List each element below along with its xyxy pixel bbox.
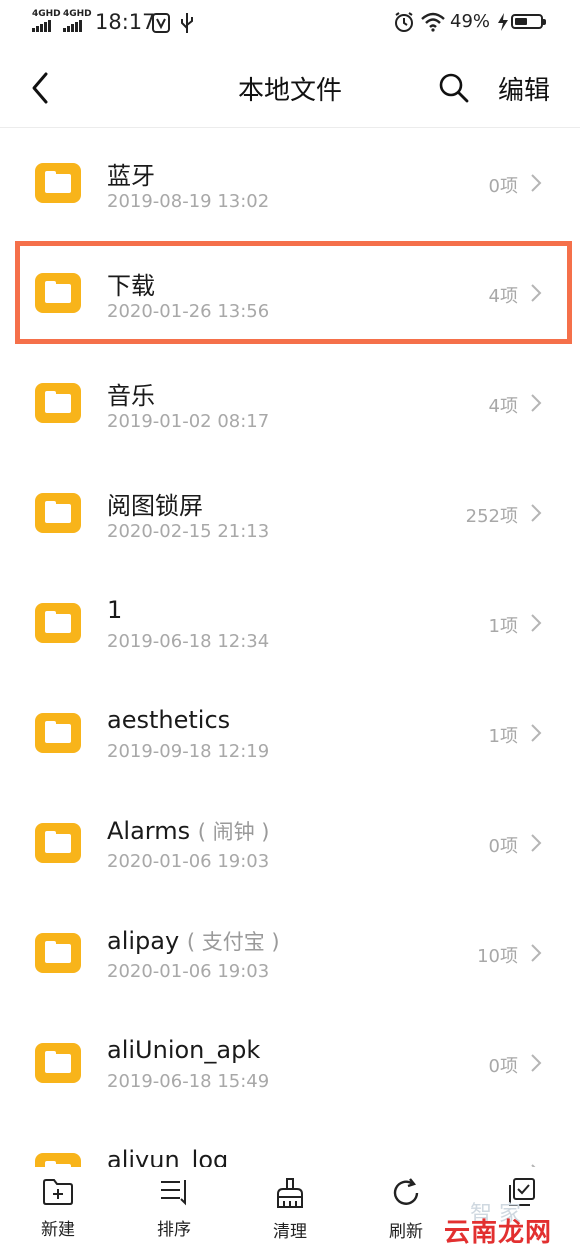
status-time: 18:17 <box>95 10 156 34</box>
item-count: 4项 <box>488 286 518 307</box>
folder-icon <box>35 273 81 313</box>
item-count: 4项 <box>488 396 518 417</box>
file-row[interactable]: aesthetics 2019-09-18 12:19 1项 <box>0 678 580 788</box>
file-date: 2020-02-15 21:13 <box>107 521 270 542</box>
app-header: 本地文件 编辑 <box>0 50 580 126</box>
chevron-right-icon <box>531 724 542 742</box>
sort-button[interactable]: 排序 <box>144 1177 204 1240</box>
chevron-right-icon <box>531 394 542 412</box>
file-date: 2019-06-18 12:34 <box>107 631 270 652</box>
battery-percent: 49% <box>450 11 491 32</box>
file-name: Alarms ( 闹钟 ) <box>107 816 270 846</box>
file-row[interactable]: 蓝牙 2019-08-19 13:02 0项 <box>0 128 580 238</box>
file-alias: ( 闹钟 ) <box>197 820 270 844</box>
file-name-text: alipay <box>107 927 180 955</box>
chevron-right-icon <box>531 834 542 852</box>
file-date: 2019-08-19 13:02 <box>107 191 270 212</box>
item-count: 1项 <box>488 616 518 637</box>
clean-label: 清理 <box>273 1222 307 1242</box>
watermark: 云南龙网 <box>444 1218 553 1248</box>
file-date: 2019-06-18 15:49 <box>107 1071 270 1092</box>
file-alias: ( 支付宝 ) <box>186 930 280 954</box>
file-name: 阅图锁屏 <box>107 486 203 521</box>
new-folder-icon <box>43 1179 73 1205</box>
file-name: aliUnion_apk <box>107 1036 260 1064</box>
folder-icon <box>35 603 81 643</box>
chevron-right-icon <box>531 614 542 632</box>
file-name-text: aesthetics <box>107 706 231 734</box>
file-name-text: 阅图锁屏 <box>107 492 203 520</box>
file-name-text: aliUnion_apk <box>107 1036 261 1064</box>
item-count: 10项 <box>477 946 518 967</box>
status-bar: 4GHD 4GHD 18:17 49% <box>0 0 580 46</box>
page-title: 本地文件 <box>237 76 342 106</box>
item-count: 0项 <box>488 176 518 197</box>
refresh-icon <box>393 1178 419 1205</box>
file-name: 1 <box>107 596 122 624</box>
item-count: 0项 <box>488 836 518 857</box>
network-type-label-2: 4GHD <box>63 9 92 19</box>
file-name: 下载 <box>107 266 155 301</box>
chevron-right-icon <box>531 174 542 192</box>
item-count: 0项 <box>488 1056 518 1077</box>
folder-icon <box>35 713 81 753</box>
folder-icon <box>35 933 81 973</box>
file-list: 蓝牙 2019-08-19 13:02 0项 下载 2020-01-26 13:… <box>0 128 580 1228</box>
new-button[interactable]: 新建 <box>28 1177 88 1240</box>
file-row[interactable]: 音乐 2019-01-02 08:17 4项 <box>0 348 580 458</box>
folder-icon <box>35 823 81 863</box>
refresh-button[interactable]: 刷新 <box>376 1177 436 1242</box>
file-name-text: 1 <box>107 596 123 624</box>
wifi-icon <box>421 12 445 32</box>
item-count: 1项 <box>488 726 518 747</box>
file-row[interactable]: Alarms ( 闹钟 ) 2020-01-06 19:03 0项 <box>0 788 580 898</box>
usb-icon <box>181 13 193 33</box>
signal-strength-icon-2: 4GHD <box>63 9 92 32</box>
battery-icon <box>511 14 546 29</box>
clean-button[interactable]: 清理 <box>260 1177 320 1242</box>
sort-icon <box>161 1180 186 1206</box>
file-date: 2020-01-06 19:03 <box>107 851 270 872</box>
file-row[interactable]: alipay ( 支付宝 ) 2020-01-06 19:03 10项 <box>0 898 580 1008</box>
file-row[interactable]: 阅图锁屏 2020-02-15 21:13 252项 <box>0 458 580 568</box>
chevron-right-icon <box>531 284 542 302</box>
file-name-text: Alarms <box>107 817 191 845</box>
folder-icon <box>35 1043 81 1083</box>
file-date: 2019-09-18 12:19 <box>107 741 270 762</box>
file-row[interactable]: 1 2019-06-18 12:34 1项 <box>0 568 580 678</box>
search-icon[interactable] <box>436 70 472 106</box>
folder-icon <box>35 163 81 203</box>
chevron-right-icon <box>531 504 542 522</box>
file-name: alipay ( 支付宝 ) <box>107 926 280 956</box>
file-name: aesthetics <box>107 706 230 734</box>
file-date: 2020-01-26 13:56 <box>107 301 270 322</box>
file-name-text: 下载 <box>107 272 155 300</box>
new-label: 新建 <box>41 1220 75 1240</box>
file-row[interactable]: 下载 2020-01-26 13:56 4项 <box>0 238 580 348</box>
file-name-text: 音乐 <box>107 382 155 410</box>
chevron-right-icon <box>531 1054 542 1072</box>
file-name: 音乐 <box>107 376 155 411</box>
chevron-right-icon <box>531 944 542 962</box>
edit-button[interactable]: 编辑 <box>498 70 550 107</box>
folder-icon <box>35 493 81 533</box>
file-name-text: 蓝牙 <box>107 162 155 190</box>
alarm-icon <box>395 12 413 32</box>
data-saver-icon <box>152 13 170 33</box>
file-row[interactable]: aliUnion_apk 2019-06-18 15:49 0项 <box>0 1008 580 1118</box>
sort-label: 排序 <box>157 1220 191 1240</box>
refresh-label: 刷新 <box>389 1222 423 1242</box>
signal-strength-icon: 4GHD <box>32 9 61 32</box>
file-date: 2020-01-06 19:03 <box>107 961 270 982</box>
item-count: 252项 <box>465 506 518 527</box>
broom-icon <box>277 1178 303 1208</box>
file-name: 蓝牙 <box>107 156 155 191</box>
charging-icon <box>498 13 508 31</box>
folder-icon <box>35 383 81 423</box>
file-date: 2019-01-02 08:17 <box>107 411 270 432</box>
network-type-label: 4GHD <box>32 9 61 19</box>
